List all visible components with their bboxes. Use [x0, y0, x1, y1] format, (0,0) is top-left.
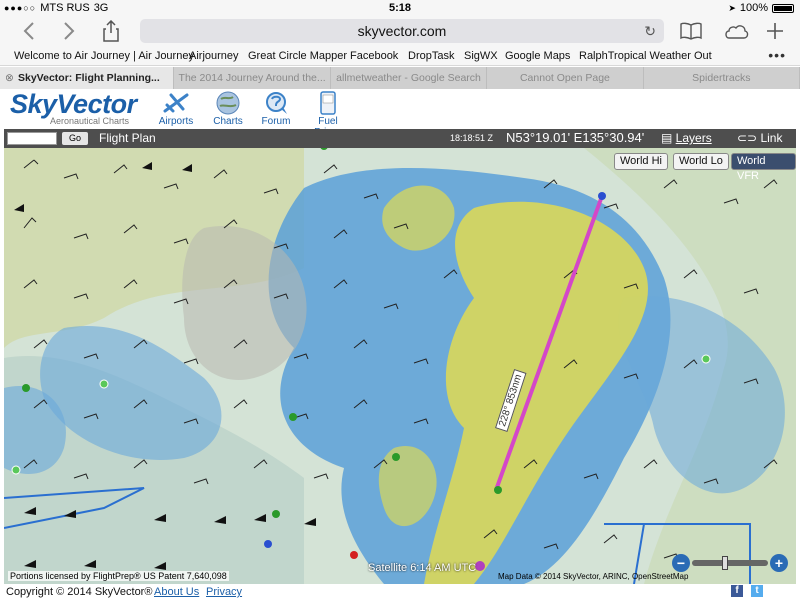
reload-icon[interactable]: ↻ [644, 19, 656, 43]
tab-label: Cannot Open Page [519, 72, 610, 84]
copyright-text: Copyright © 2014 SkyVector® [6, 586, 153, 598]
nav-charts[interactable]: Charts [206, 91, 250, 127]
link-button[interactable]: ⊂⊃ Link [737, 131, 782, 145]
tab-label: The 2014 Journey Around the... [178, 72, 326, 84]
bookmark-item[interactable]: RalphTropical Weather Out [579, 50, 712, 62]
fuel-pump-icon [320, 91, 336, 115]
tab-bar: ⊗ SkyVector: Flight Planning... The 2014… [0, 67, 800, 89]
nav-airports[interactable]: Airports [154, 91, 198, 127]
zoom-out-button[interactable]: − [672, 554, 690, 572]
bookmark-item[interactable]: DropTask [408, 50, 454, 62]
layers-label: Layers [675, 131, 712, 145]
address-bar[interactable]: skyvector.com ↻ [140, 19, 664, 43]
link-icon: ⊂⊃ [737, 131, 761, 145]
zoom-control: − + [672, 554, 790, 576]
license-text: Portions licensed by FlightPrep® US Pate… [8, 571, 229, 581]
tab-spidertracks[interactable]: Spidertracks [644, 67, 800, 89]
layers-button[interactable]: ▤ Layers [661, 131, 712, 145]
more-icon[interactable]: ••• [768, 47, 786, 63]
back-icon[interactable] [18, 20, 40, 42]
cursor-coordinates: N53°19.01' E135°30.94' [506, 130, 645, 145]
cloud-icon[interactable] [722, 20, 750, 42]
tab-skyvector[interactable]: ⊗ SkyVector: Flight Planning... [0, 67, 175, 89]
tab-journey[interactable]: The 2014 Journey Around the... [174, 67, 331, 89]
bookmarks-icon[interactable] [680, 20, 702, 42]
status-bar: ●●●○○ MTS RUS 3G 5:18 ➤ 100% [0, 0, 800, 16]
flight-plan-button[interactable]: Flight Plan [99, 131, 156, 145]
twitter-icon[interactable]: t [751, 585, 763, 597]
bookmark-item[interactable]: Airjourney [189, 50, 239, 62]
bookmark-item[interactable]: Great Circle Mapper [248, 50, 347, 62]
nav-label: Charts [213, 116, 243, 127]
zoom-in-button[interactable]: + [770, 554, 788, 572]
nav-label: Airports [158, 116, 194, 127]
tab-allmetweather[interactable]: allmetweather - Google Search [331, 67, 488, 89]
link-label: Link [760, 131, 783, 145]
go-button[interactable]: Go [62, 132, 88, 145]
clock: 5:18 [388, 2, 412, 14]
nav-label: Forum [261, 116, 291, 127]
bookmark-item[interactable]: Facebook [350, 50, 398, 62]
bookmarks-bar: Welcome to Air Journey | Air Journey Air… [0, 46, 800, 66]
tab-label: SkyVector: Flight Planning... [18, 72, 160, 84]
site-tagline: Aeronautical Charts [50, 116, 130, 126]
speech-bubble-icon [266, 92, 287, 114]
url-text: skyvector.com [357, 23, 447, 39]
site-header: SkyVector Aeronautical Charts Airports C… [0, 89, 800, 138]
map-toolbar: Go Flight Plan 18:18:51 Z N53°19.01' E13… [4, 129, 796, 148]
zoom-slider-track[interactable] [692, 560, 768, 566]
battery-percent: 100% [739, 2, 768, 14]
world-lo-button[interactable]: World Lo [673, 153, 729, 170]
world-vfr-button[interactable]: World VFR [731, 153, 796, 182]
page-footer: Copyright © 2014 SkyVector® About Us Pri… [0, 584, 800, 600]
world-hi-button[interactable]: World Hi [614, 153, 668, 170]
battery-icon [772, 3, 794, 13]
nav-forum[interactable]: Forum [254, 91, 298, 127]
weather-map [4, 148, 796, 584]
share-icon[interactable] [100, 20, 122, 42]
zoom-slider-handle[interactable] [722, 556, 728, 570]
tab-cannot-open[interactable]: Cannot Open Page [487, 67, 644, 89]
map-canvas[interactable]: World Hi World Lo World VFR 228° 853nm S… [4, 148, 796, 584]
tab-label: allmetweather - Google Search [336, 72, 481, 84]
location-icon: ➤ [728, 2, 736, 13]
tab-label: Spidertracks [692, 72, 751, 84]
utc-time: 18:18:51 Z [450, 133, 494, 143]
airplane-icon [163, 93, 189, 113]
privacy-link[interactable]: Privacy [206, 586, 242, 598]
layers-icon: ▤ [661, 131, 676, 145]
airport-search-input[interactable] [7, 132, 57, 145]
globe-icon [216, 91, 240, 115]
bookmark-item[interactable]: Welcome to Air Journey | Air Journey [14, 50, 194, 62]
forward-icon[interactable] [58, 20, 80, 42]
about-us-link[interactable]: About Us [154, 586, 199, 598]
facebook-icon[interactable]: f [731, 585, 743, 597]
bookmark-item[interactable]: Google Maps [505, 50, 570, 62]
close-tab-icon[interactable]: ⊗ [5, 67, 14, 89]
bookmark-item[interactable]: SigWX [464, 50, 498, 62]
map-data-credit: Map Data © 2014 SkyVector, ARINC, OpenSt… [498, 572, 689, 581]
new-tab-icon[interactable] [764, 20, 786, 42]
satellite-timestamp: Satellite 6:14 AM UTC [368, 562, 477, 574]
browser-toolbar: skyvector.com ↻ [0, 16, 800, 46]
